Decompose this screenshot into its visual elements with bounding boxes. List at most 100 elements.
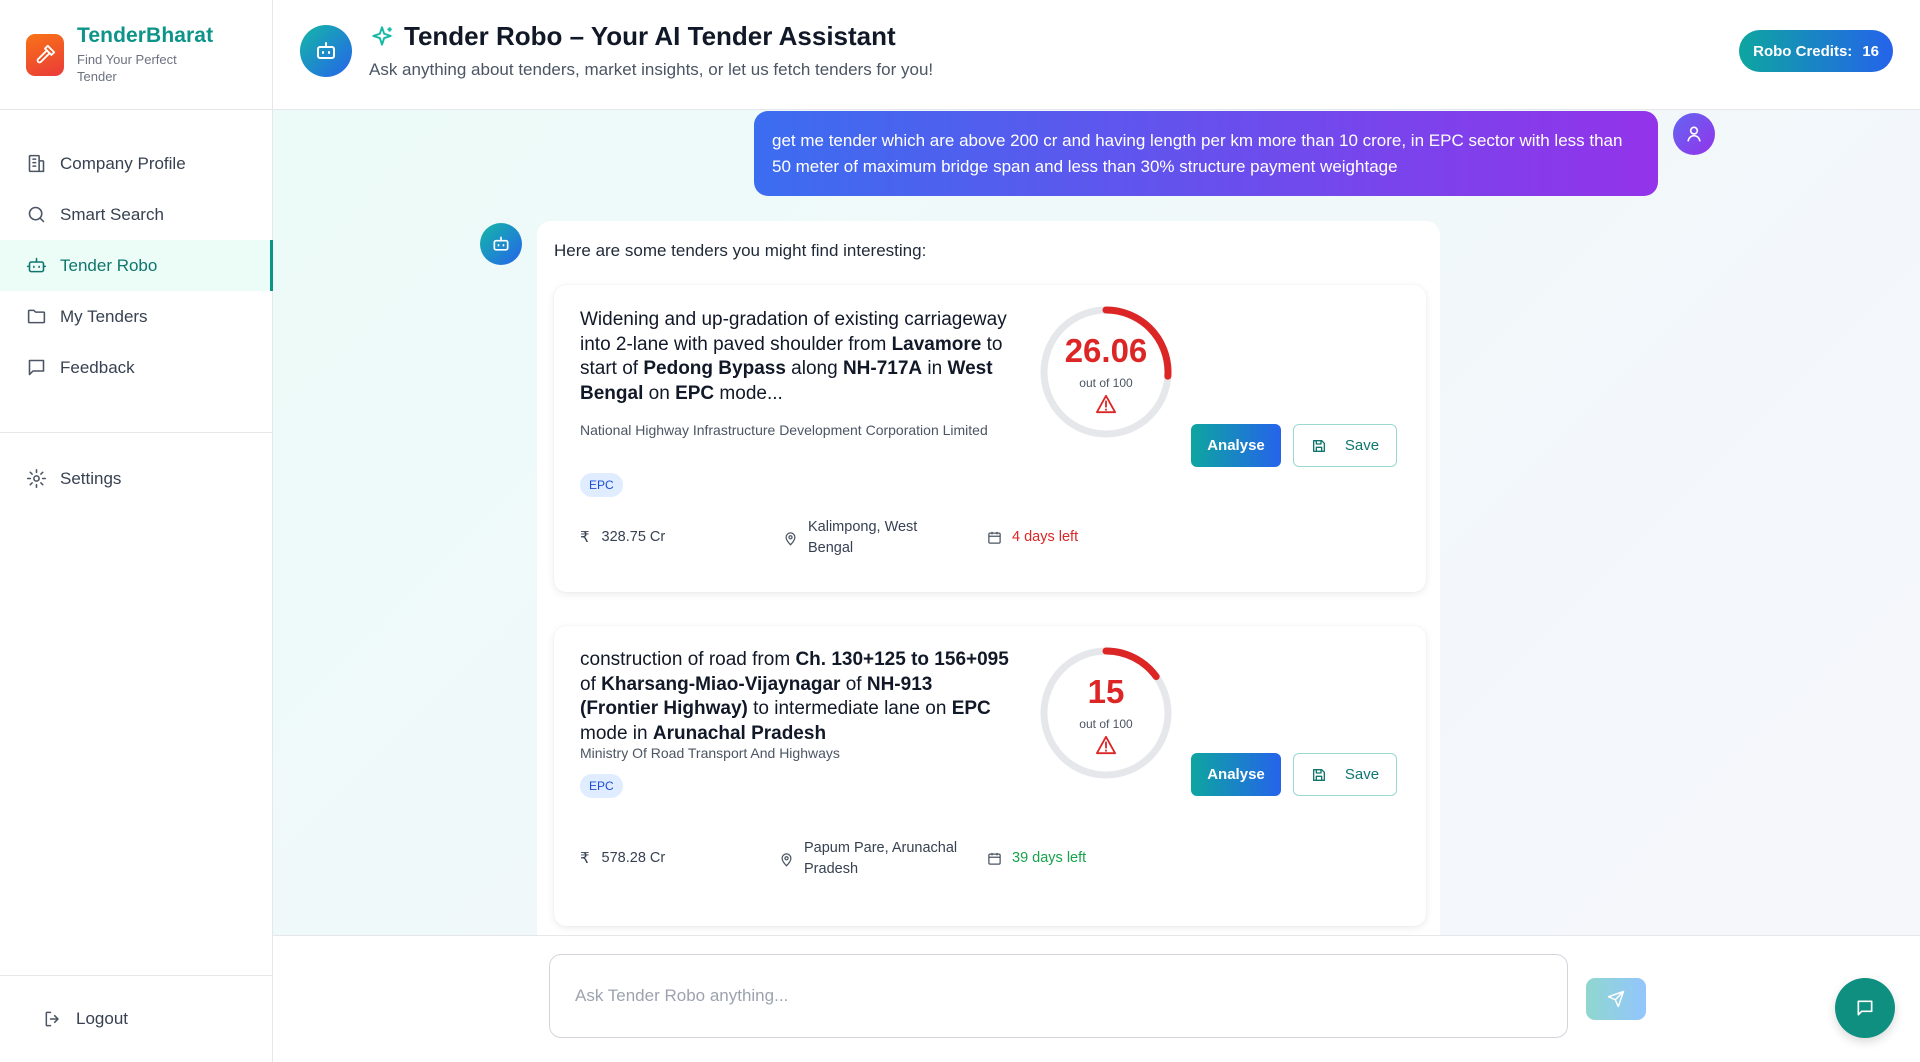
user-message: get me tender which are above 200 cr and… [754, 111, 1658, 196]
calendar-icon [988, 852, 1001, 865]
score-value: 26.06 [1064, 332, 1148, 369]
sidebar-item-company-profile[interactable]: Company Profile [0, 138, 272, 189]
send-button[interactable] [1586, 978, 1646, 1020]
brand-tagline: Find Your Perfect Tender [77, 52, 177, 84]
chat-fab-button[interactable] [1835, 978, 1895, 1038]
user-avatar-icon [1673, 113, 1715, 155]
sidebar-item-smart-search[interactable]: Smart Search [0, 189, 272, 240]
tender-card[interactable]: construction of road from Ch. 130+125 to… [554, 626, 1426, 926]
tender-title[interactable]: construction of road from Ch. 130+125 to… [580, 648, 1010, 746]
score-gauge-ring [1040, 306, 1172, 438]
tender-title-part: Kharsang-Miao-Vijaynagar [601, 673, 841, 695]
tender-value-text: 578.28 Cr [601, 850, 666, 866]
save-button[interactable]: Save [1293, 424, 1397, 467]
tender-title-part: on [643, 382, 676, 404]
sidebar-item-label: Smart Search [60, 204, 164, 224]
tender-title-part: Pedong Bypass [643, 358, 786, 379]
tender-organization: Ministry Of Road Transport And Highways [580, 745, 840, 761]
gear-icon [26, 468, 47, 489]
sidebar-item-label: Tender Robo [60, 255, 158, 275]
robot-avatar-icon [300, 25, 352, 77]
credits-label: Robo Credits: [1753, 42, 1853, 60]
composer [273, 935, 1920, 1062]
sidebar-item-tender-robo[interactable]: Tender Robo [0, 240, 273, 291]
tender-location-text: Papum Pare, Arunachal Pradesh [804, 840, 958, 877]
location-pin-icon [781, 852, 792, 867]
sidebar-divider: Settings [0, 432, 272, 504]
tender-title-part: EPC [951, 698, 991, 719]
logout-button[interactable]: Logout [0, 975, 272, 1062]
save-label: Save [1344, 766, 1380, 783]
page-title-text: Tender Robo – Your AI Tender Assistant [404, 21, 896, 51]
logout-icon [45, 1011, 59, 1027]
tender-title[interactable]: Widening and up-gradation of existing ca… [580, 308, 1010, 406]
tender-deadline-text: 4 days left [1012, 529, 1079, 545]
bot-intro-text: Here are some tenders you might find int… [554, 241, 927, 260]
brand[interactable]: TenderBharat Find Your Perfect Tender [0, 0, 272, 110]
sparkle-icon [372, 25, 392, 46]
save-button[interactable]: Save [1293, 753, 1397, 796]
folder-icon [27, 309, 46, 324]
score-gauge: 15 out of 100 [1038, 645, 1174, 781]
calendar-icon [988, 531, 1001, 544]
hammer-icon [26, 33, 64, 76]
tender-title-part: in [922, 358, 948, 379]
tender-title-part: NH-717A [842, 358, 923, 379]
score-gauge: 26.06 out of 100 [1038, 304, 1174, 440]
tender-location: Papum Pare, Arunachal Pradesh [779, 838, 969, 880]
bot-avatar-icon [480, 223, 522, 265]
page-subtitle: Ask anything about tenders, market insig… [369, 60, 934, 79]
tender-title-part: mode... [714, 382, 783, 404]
page-title: Tender Robo – Your AI Tender Assistant [369, 21, 896, 52]
tender-value: ₹ 328.75 Cr [580, 527, 665, 548]
rupee-icon: ₹ [580, 529, 590, 546]
sidebar-item-settings[interactable]: Settings [0, 453, 272, 504]
tender-location-text: Kalimpong, West Bengal [808, 519, 918, 556]
tender-deadline: 4 days left [987, 527, 1078, 548]
tender-value: ₹ 578.28 Cr [580, 848, 665, 869]
tender-deadline-text: 39 days left [1012, 850, 1087, 866]
tender-title-part: to intermediate lane on [747, 698, 952, 719]
warning-icon [1095, 394, 1116, 414]
tender-card[interactable]: Widening and up-gradation of existing ca… [554, 285, 1426, 592]
warning-icon [1095, 735, 1116, 755]
tender-title-part: of [840, 673, 867, 695]
tender-location: Kalimpong, West Bengal [783, 517, 948, 559]
tender-title-part: EPC [675, 382, 715, 404]
sidebar-item-feedback[interactable]: Feedback [0, 342, 272, 393]
brand-name: TenderBharat [77, 24, 214, 47]
location-pin-icon [785, 531, 796, 546]
sidebar-item-label: My Tenders [60, 306, 148, 326]
sidebar-nav: Company Profile Smart Search Tender Robo… [0, 110, 273, 504]
sidebar-item-label: Company Profile [60, 153, 186, 173]
tender-title-part: of [580, 673, 602, 695]
tender-title-part: Ch. 130+125 to 156+095 [795, 649, 1009, 670]
credits-value: 16 [1862, 42, 1879, 60]
tender-title-part: Lavamore [891, 333, 982, 355]
robot-icon [26, 257, 47, 273]
analyse-button[interactable]: Analyse [1191, 753, 1281, 796]
page-header: Tender Robo – Your AI Tender Assistant A… [273, 0, 1920, 110]
save-label: Save [1344, 437, 1380, 454]
chat-input[interactable] [549, 954, 1568, 1038]
bot-message: Here are some tenders you might find int… [537, 221, 1440, 935]
score-gauge-ring [1040, 647, 1172, 779]
chat-icon [28, 359, 45, 376]
building-icon [28, 154, 45, 173]
save-icon [1312, 768, 1325, 781]
sidebar-item-label: Feedback [60, 357, 135, 377]
tender-title-part: along [785, 358, 843, 379]
tender-tag: EPC [580, 774, 623, 798]
tender-deadline: 39 days left [987, 848, 1086, 869]
analyse-button[interactable]: Analyse [1191, 424, 1281, 467]
score-label: out of 100 [1079, 376, 1133, 390]
tender-tag: EPC [580, 473, 623, 497]
robo-credits-badge: Robo Credits: 16 [1739, 30, 1893, 72]
sidebar-item-my-tenders[interactable]: My Tenders [0, 291, 272, 342]
chat-area[interactable]: get me tender which are above 200 cr and… [273, 110, 1920, 935]
search-icon [28, 206, 45, 223]
score-value: 15 [1087, 673, 1125, 710]
send-icon [1607, 990, 1625, 1008]
sidebar: TenderBharat Find Your Perfect Tender Co… [0, 0, 273, 1062]
tender-organization: National Highway Infrastructure Developm… [580, 422, 988, 438]
